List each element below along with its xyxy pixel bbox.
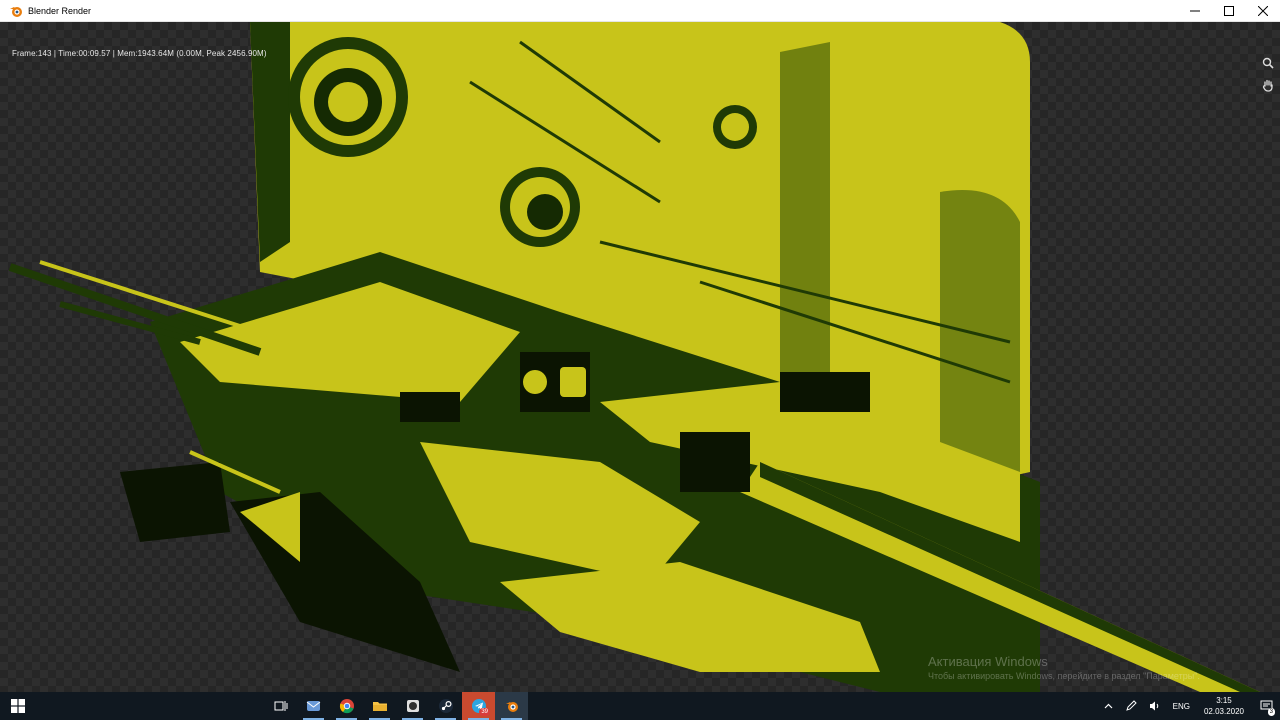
taskbar-chrome[interactable]: [330, 692, 363, 720]
watermark-title: Активация Windows: [928, 654, 1048, 669]
minimize-icon: [1190, 10, 1200, 11]
blender-icon: [505, 702, 518, 712]
action-center-button[interactable]: 3: [1252, 692, 1280, 720]
pan-button[interactable]: [1260, 77, 1276, 93]
taskbar-mail[interactable]: [297, 692, 330, 720]
tray-pen-button[interactable]: [1125, 700, 1137, 712]
windows-icon: [11, 699, 25, 713]
taskbar-task-view[interactable]: [264, 692, 297, 720]
notification-count: 3: [1267, 708, 1275, 716]
blender-icon: [10, 6, 22, 17]
clock-date: 02.03.2020: [1203, 707, 1244, 716]
zoom-button[interactable]: [1260, 55, 1276, 71]
volume-icon: [1149, 701, 1158, 711]
tray-volume-button[interactable]: [1149, 700, 1161, 712]
taskbar: 39 ENG 3:15 02.03.2020 3: [0, 692, 1280, 720]
render-stats: Frame:143 | Time:00:09.57 | Mem:1943.64M…: [12, 49, 267, 58]
taskbar-telegram[interactable]: 39: [462, 692, 495, 720]
taskbar-blender[interactable]: [495, 692, 528, 720]
title-bar[interactable]: Blender Render: [0, 0, 1280, 22]
steam-icon: [438, 699, 453, 713]
close-button[interactable]: [1246, 0, 1280, 21]
minimize-button[interactable]: [1178, 0, 1212, 21]
mail-icon: [306, 701, 320, 711]
telegram-badge: 39: [479, 708, 490, 716]
folder-icon: [372, 702, 387, 711]
close-icon: [1258, 5, 1268, 16]
task-view-icon: [274, 701, 287, 711]
clock[interactable]: 3:15 02.03.2020: [1204, 695, 1244, 717]
tray-overflow-button[interactable]: [1104, 703, 1113, 709]
clock-time: 3:15: [1216, 696, 1232, 705]
maximize-icon: [1224, 5, 1234, 16]
start-button[interactable]: [0, 692, 36, 720]
language-indicator[interactable]: ENG: [1173, 702, 1190, 711]
pen-icon: [1125, 700, 1137, 711]
activation-watermark: Активация Windows Чтобы активировать Win…: [928, 654, 1200, 681]
obs-icon: [406, 700, 419, 712]
watermark-subtitle: Чтобы активировать Windows, перейдите в …: [928, 671, 1200, 681]
system-tray: ENG 3:15 02.03.2020 3: [1098, 692, 1280, 720]
window-title: Blender Render: [28, 5, 92, 16]
chrome-icon: [339, 699, 354, 714]
chevron-up-icon: [1104, 703, 1113, 709]
taskbar-file-explorer[interactable]: [363, 692, 396, 720]
hand-icon: [1262, 79, 1273, 92]
render-viewport[interactable]: Frame:143 | Time:00:09.57 | Mem:1943.64M…: [0, 22, 1280, 692]
rendered-image: [8, 22, 1260, 692]
taskbar-steam[interactable]: [429, 692, 462, 720]
maximize-button[interactable]: [1212, 0, 1246, 21]
taskbar-obs[interactable]: [396, 692, 429, 720]
zoom-icon: [1262, 57, 1274, 69]
blender-render-window: Blender Render Frame:143 | Time:00:09.57…: [0, 0, 1280, 692]
